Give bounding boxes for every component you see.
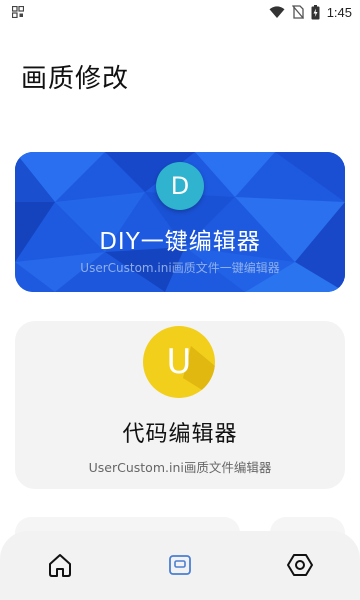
no-sim-icon <box>291 5 304 19</box>
code-card-title: 代码编辑器 <box>122 422 238 447</box>
bottom-navigation <box>0 531 360 600</box>
u-badge-letter: U <box>166 342 192 382</box>
clock-time: 1:45 <box>326 4 352 20</box>
code-editor-card[interactable]: U 代码编辑器 UserCustom.ini画质文件编辑器 <box>15 321 345 489</box>
page-title: 画质修改 <box>21 64 130 94</box>
nav-home-button[interactable] <box>44 549 76 581</box>
wifi-icon <box>269 5 285 18</box>
hexagon-settings-icon <box>287 554 313 576</box>
diy-editor-card[interactable]: D DIY一键编辑器 UserCustom.ini画质文件一键编辑器 <box>15 152 345 292</box>
code-card-subtitle: UserCustom.ini画质文件编辑器 <box>88 460 272 475</box>
diy-card-subtitle: UserCustom.ini画质文件一键编辑器 <box>80 261 280 275</box>
status-bar: 1:45 <box>0 0 360 24</box>
qr-scan-icon <box>12 6 24 18</box>
diy-card-title: DIY一键编辑器 <box>99 229 261 255</box>
battery-charging-icon <box>311 4 320 19</box>
diy-badge-icon: D <box>156 162 204 210</box>
editor-card-icon <box>169 555 191 575</box>
u-badge-icon: U <box>143 326 215 398</box>
nav-editor-button[interactable] <box>164 549 196 581</box>
nav-settings-button[interactable] <box>284 549 316 581</box>
home-icon <box>49 554 71 577</box>
